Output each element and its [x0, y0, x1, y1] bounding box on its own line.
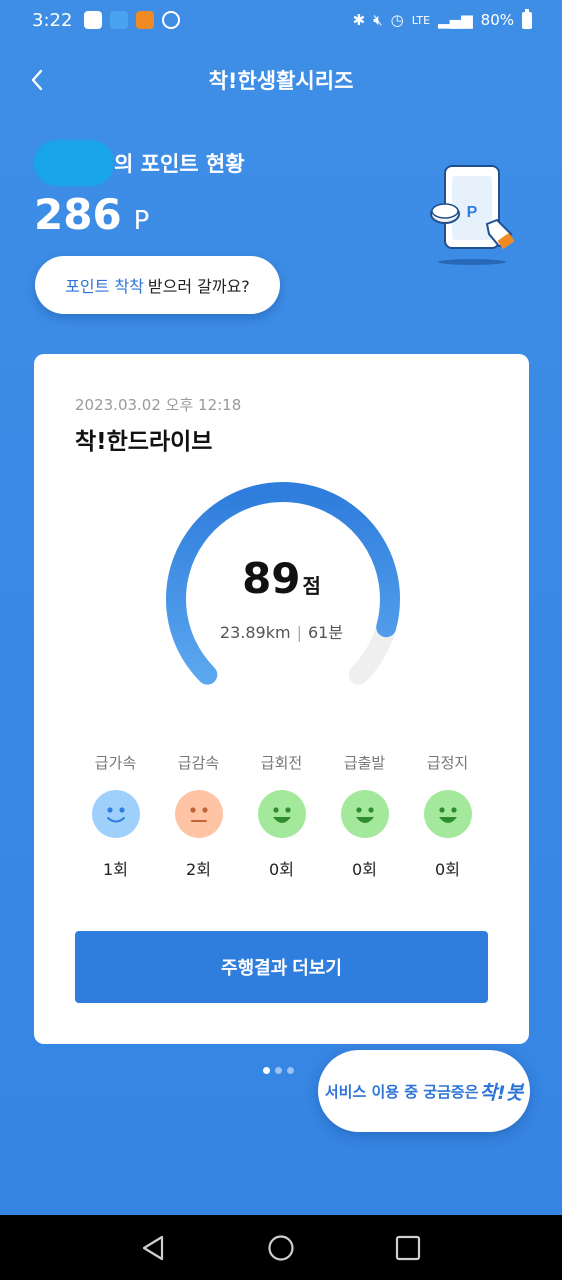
battery-percent: 80% [480, 11, 514, 29]
nav-back-button[interactable] [134, 1228, 174, 1268]
nav-home-button[interactable] [261, 1228, 301, 1268]
bubble-text: 받으러 갈까요? [147, 277, 250, 296]
card-title: 착!한드라이브 [75, 429, 213, 455]
bluetooth-icon: ✱ [352, 11, 366, 29]
event-item-rapid-accel: 급가속 1회 [74, 752, 157, 880]
status-time: 3:22 [32, 9, 73, 31]
drive-date: 2023.03.02 오후 12:18 [75, 396, 242, 414]
illustration-label: P [467, 204, 478, 221]
event-item-rapid-turn: 급회전 0회 [240, 752, 323, 880]
event-label: 급정지 [426, 754, 469, 772]
gst-app-icon [84, 11, 103, 29]
basketball-icon [162, 11, 181, 29]
chevron-left-icon [31, 69, 43, 91]
network-type: LTE [411, 13, 431, 27]
pager-dot[interactable] [287, 1067, 294, 1074]
trip-distance: 23.89km [219, 623, 291, 642]
points-unit: P [133, 206, 150, 236]
app-header: 착!한생활시리즈 [0, 60, 562, 100]
event-count: 2회 [186, 860, 211, 879]
event-label: 급감속 [177, 754, 220, 772]
smile-face-icon [91, 790, 140, 838]
signal-icon: ▂▄▆ [438, 11, 473, 29]
system-nav-bar [0, 1215, 562, 1280]
battery-icon [522, 8, 532, 29]
event-list: 급가속 1회 급감속 2회 급회전 0회 급출발 0회 급정지 0회 [74, 752, 489, 880]
pager-dot[interactable] [275, 1067, 282, 1074]
happy-face-icon [257, 790, 306, 838]
points-caption: 의 포인트 현황 [114, 152, 245, 176]
mute-icon: 🔇︎ [373, 11, 383, 29]
neutral-face-icon [174, 790, 223, 838]
event-item-rapid-start: 급출발 0회 [323, 752, 406, 880]
drive-result-card: 2023.03.02 오후 12:18 착!한드라이브 89 점 23.89km |… [34, 354, 529, 1044]
event-count: 1회 [103, 860, 128, 879]
points-value: 286 [34, 190, 122, 239]
orange-app-icon [136, 11, 155, 29]
trip-summary: 23.89km | 61분 [34, 619, 529, 643]
trip-duration: 61분 [307, 623, 344, 642]
bubble-highlight: 포인트 착착 [65, 277, 144, 296]
back-button[interactable] [22, 64, 52, 96]
status-bar: 3:22 ✱ 🔇︎ ◷ LTE ▂▄▆ 80% [0, 0, 562, 40]
circle-home-icon [268, 1234, 294, 1261]
get-points-bubble[interactable]: 포인트 착착 받으러 갈까요? [35, 256, 280, 314]
triangle-back-icon [142, 1235, 163, 1260]
page-title: 착!한생활시리즈 [208, 69, 354, 93]
event-label: 급출발 [343, 754, 386, 772]
chatbot-button[interactable]: 서비스 이용 중 궁금증은 착!봇 [318, 1050, 530, 1132]
event-count: 0회 [352, 860, 377, 879]
score-unit: 점 [302, 574, 321, 598]
points-summary: 의 포인트 현황 286 P [34, 140, 245, 239]
chatbot-text: 서비스 이용 중 궁금증은 [324, 1082, 479, 1101]
event-count: 0회 [435, 860, 460, 879]
event-label: 급가속 [94, 754, 137, 772]
event-count: 0회 [269, 860, 294, 879]
event-item-rapid-stop: 급정지 0회 [406, 752, 489, 880]
alarm-icon: ◷ [390, 11, 404, 29]
event-item-rapid-decel: 급감속 2회 [157, 752, 240, 880]
phone-point-icon: P [430, 165, 515, 265]
redacted-name [34, 140, 114, 186]
card-pager [263, 1067, 294, 1074]
score-value: 89 [242, 554, 301, 603]
divider: | [296, 623, 302, 642]
square-recents-icon [396, 1235, 421, 1260]
pager-dot[interactable] [263, 1067, 270, 1074]
score: 89 점 [34, 554, 529, 603]
event-label: 급회전 [260, 754, 303, 772]
happy-face-icon [423, 790, 472, 838]
nav-recents-button[interactable] [388, 1228, 428, 1268]
chatbot-brand: 착!봇 [479, 1081, 524, 1104]
more-results-button[interactable]: 주행결과 더보기 [75, 931, 488, 1003]
translate-app-icon [110, 11, 129, 29]
happy-face-icon [340, 790, 389, 838]
